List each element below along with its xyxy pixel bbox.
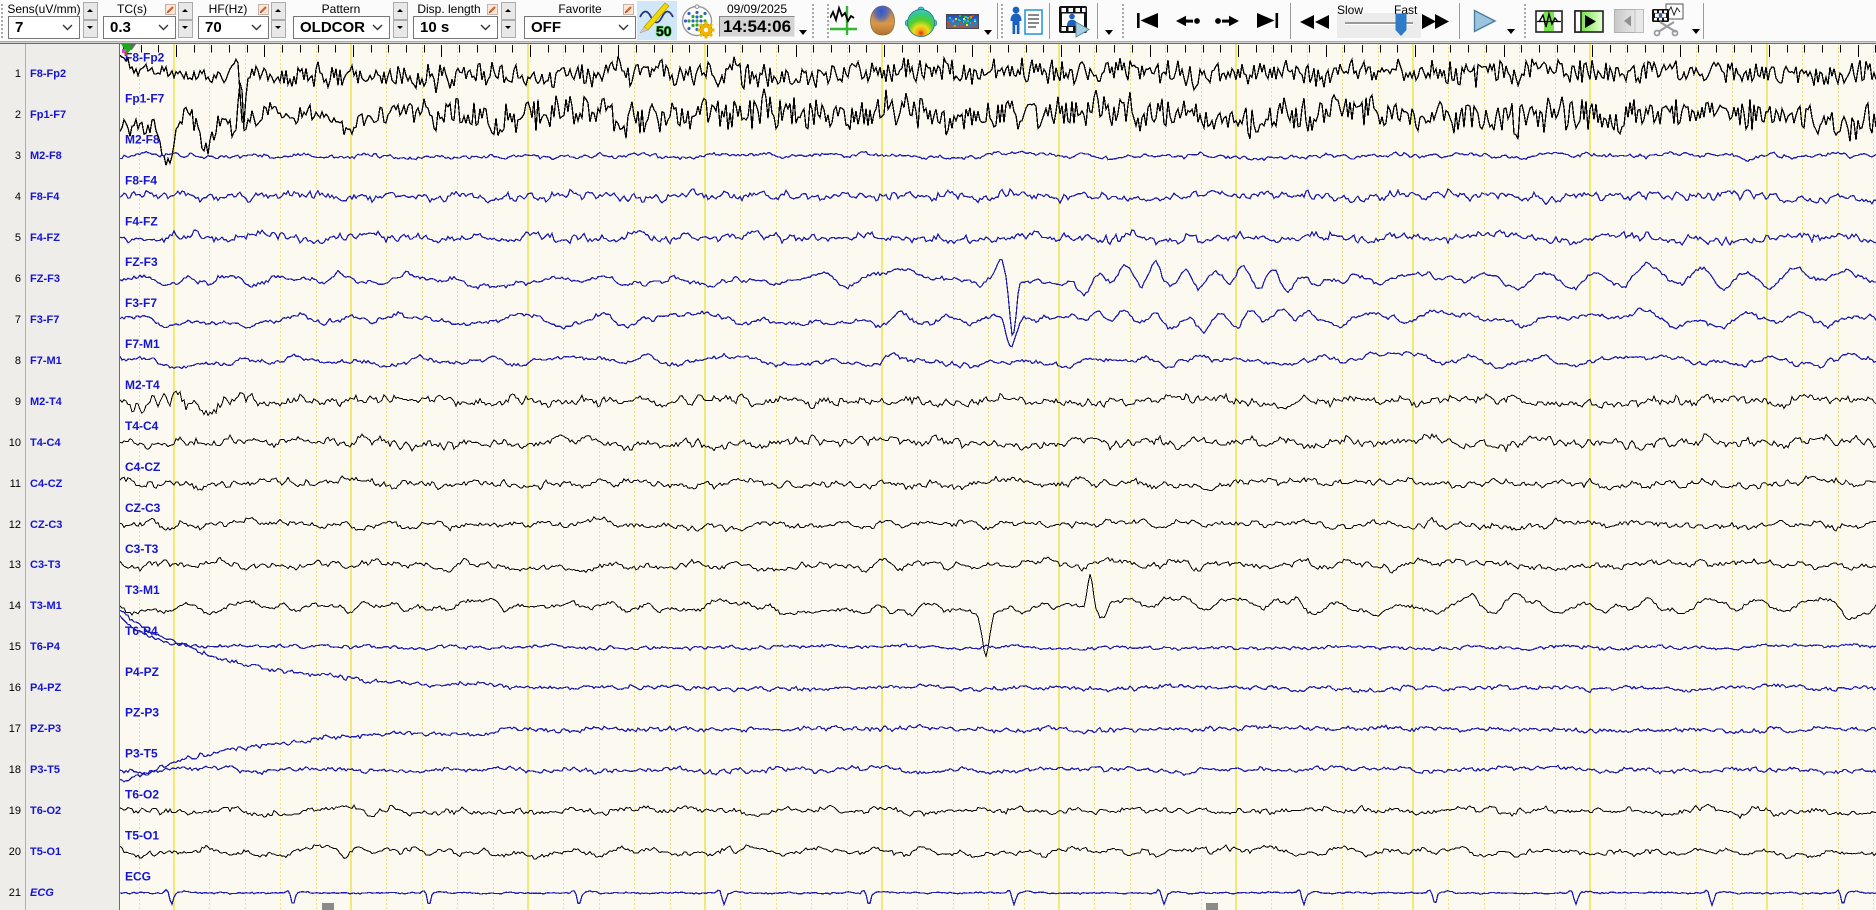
svg-text:P3-T5: P3-T5 bbox=[125, 747, 158, 761]
svg-text:T5-O1: T5-O1 bbox=[125, 829, 159, 843]
svg-text:P4-PZ: P4-PZ bbox=[125, 665, 159, 679]
svg-text:F3-F7: F3-F7 bbox=[125, 296, 157, 310]
svg-text:Fp1-F7: Fp1-F7 bbox=[125, 92, 165, 106]
svg-text:F8-Fp2: F8-Fp2 bbox=[125, 51, 165, 65]
svg-text:M2-T4: M2-T4 bbox=[125, 378, 160, 392]
svg-text:T6-O2: T6-O2 bbox=[125, 788, 159, 802]
svg-text:T3-M1: T3-M1 bbox=[125, 583, 160, 597]
svg-text:ECG: ECG bbox=[125, 870, 151, 884]
svg-text:F8-F4: F8-F4 bbox=[125, 173, 157, 187]
svg-text:F7-M1: F7-M1 bbox=[125, 337, 160, 351]
svg-text:50: 50 bbox=[656, 23, 672, 39]
svg-text:T4-C4: T4-C4 bbox=[125, 419, 159, 433]
svg-text:F4-FZ: F4-FZ bbox=[125, 214, 158, 228]
svg-text:FZ-F3: FZ-F3 bbox=[125, 255, 158, 269]
svg-text:C3-T3: C3-T3 bbox=[125, 542, 159, 556]
svg-text:C4-CZ: C4-CZ bbox=[125, 460, 160, 474]
svg-text:CZ-C3: CZ-C3 bbox=[125, 501, 161, 515]
svg-text:PZ-P3: PZ-P3 bbox=[125, 706, 159, 720]
